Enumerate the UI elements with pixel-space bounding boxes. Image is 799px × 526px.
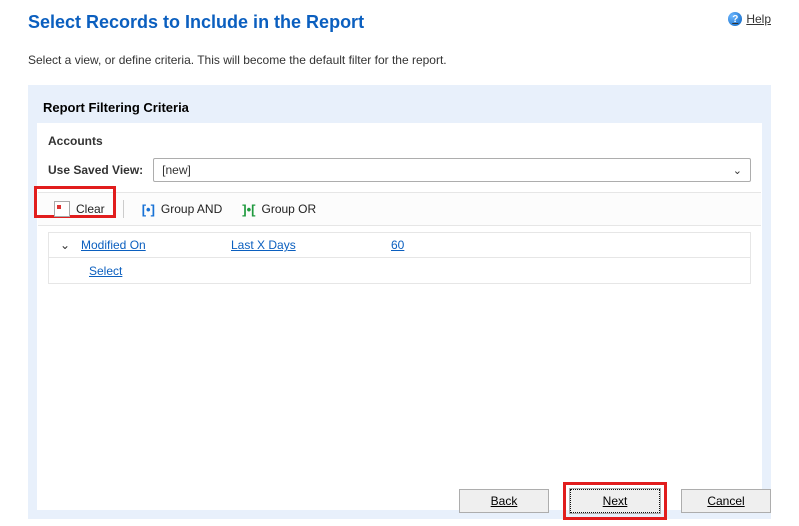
next-button[interactable]: Next [570,489,660,513]
page-subtitle: Select a view, or define criteria. This … [0,33,799,79]
saved-view-row: Use Saved View: [new] ⌄ [38,154,761,192]
group-or-button[interactable]: ]•[ Group OR [236,199,322,220]
condition-operator-link[interactable]: Last X Days [231,238,391,252]
toolbar-divider [123,200,124,218]
condition-value-link[interactable]: 60 [391,238,491,252]
wizard-footer: Back Next Cancel [459,486,771,516]
clear-label: Clear [76,202,105,216]
select-link[interactable]: Select [89,264,122,278]
condition-row: ⌄ Modified On Last X Days 60 [48,232,751,258]
help-icon: ? [728,12,742,26]
group-and-label: Group AND [161,202,222,216]
criteria-panel: Report Filtering Criteria Accounts Use S… [28,85,771,519]
chevron-down-icon: ⌄ [733,164,742,177]
clear-button[interactable]: Clear [48,198,111,220]
cancel-button[interactable]: Cancel [681,489,771,513]
saved-view-value: [new] [162,163,191,177]
group-and-button[interactable]: [•] Group AND [136,199,229,220]
entity-section-label: Accounts [38,124,761,154]
group-and-icon: [•] [142,202,155,217]
filter-area: ⌄ Modified On Last X Days 60 Select [38,226,761,509]
select-row: Select [48,258,751,284]
criteria-title: Report Filtering Criteria [29,86,770,123]
saved-view-label: Use Saved View: [48,163,143,177]
saved-view-select[interactable]: [new] ⌄ [153,158,751,182]
group-or-icon: ]•[ [242,202,255,217]
back-button[interactable]: Back [459,489,549,513]
help-label: Help [746,12,771,26]
page-title: Select Records to Include in the Report [28,12,364,33]
clear-icon [54,201,70,217]
filter-toolbar: Clear [•] Group AND ]•[ Group OR [38,192,761,226]
next-button-wrap: Next [567,486,663,516]
expand-toggle[interactable]: ⌄ [49,238,81,252]
help-link[interactable]: ? Help [728,12,771,26]
criteria-inner: Accounts Use Saved View: [new] ⌄ Clear [… [37,123,762,510]
filter-blank-area [48,284,751,499]
group-or-label: Group OR [261,202,316,216]
condition-field-link[interactable]: Modified On [81,238,231,252]
